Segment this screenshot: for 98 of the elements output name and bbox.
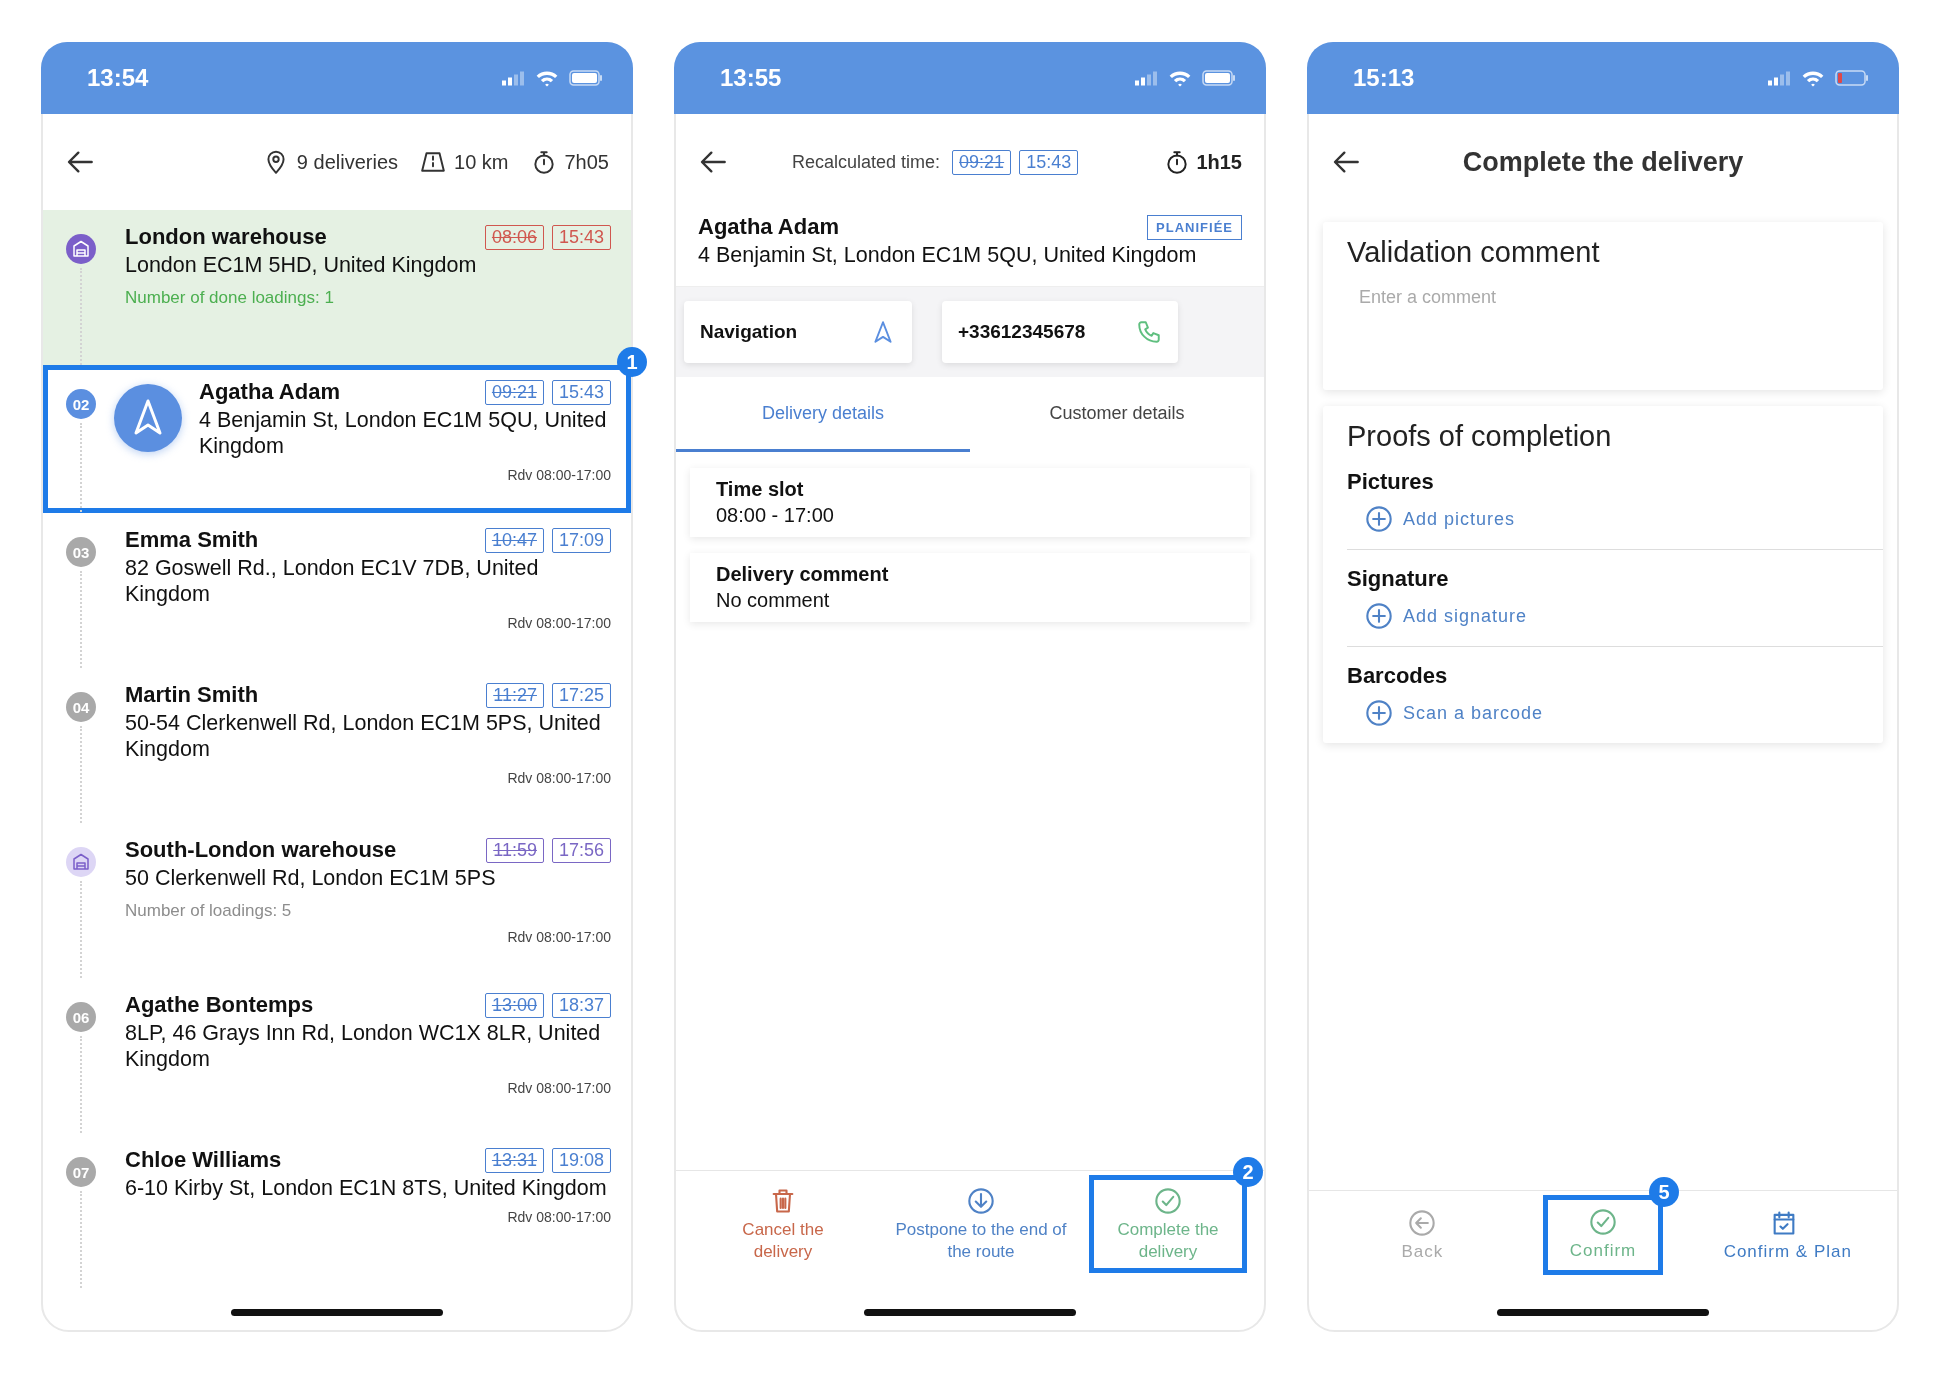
stop-number: 07 [66,1157,96,1187]
stop-address: 6-10 Kirby St, London EC1N 8TS, United Kingdom [125,1175,608,1202]
plus-circle-icon [1365,602,1393,630]
postpone-button[interactable]: Postpone to the end of the route [891,1175,1071,1272]
stop-number: 02 [66,389,96,419]
stop-row[interactable]: 07 Chloe Williams 13:31 19:08 6-10 Kirby St, London EC1N 8TS, United Kingdom Rdv 08:00-17:00 [43,1133,631,1288]
appointment-window: Rdv 08:00-17:00 [125,1209,611,1226]
planned-time-tag: 13:31 [484,1147,544,1173]
appointment-window: Rdv 08:00-17:00 [125,929,611,946]
stop-row[interactable]: 03 Emma Smith 10:47 17:09 82 Goswell Rd., London EC1V 7DB, United Kingdom Rdv 08:00-17:00 [43,513,631,668]
stop-address: 50-54 Clerkenwell Rd, London EC1M 5PS, United Kingdom [125,710,602,763]
wifi-icon [1801,69,1825,87]
down-arrow-circle-icon [967,1187,995,1215]
recalculated-time-label: Recalculated time: [792,151,941,173]
eta-time-tag: 19:08 [551,1147,611,1173]
stop-address: 50 Clerkenwell Rd, London EC1M 5PS [125,865,497,892]
tab[interactable]: Customer details [970,377,1264,453]
stop-name: Emma Smith [125,527,259,553]
stop-name: Agathe Bontemps [125,992,314,1018]
summary-text: 7h05 [564,150,609,174]
add-link[interactable]: Add pictures [1347,495,1516,533]
eta-time-tag: 15:43 [1019,149,1079,175]
stop-number: 06 [66,1002,96,1032]
stop-name: Chloe Williams [125,1147,282,1173]
stop-row[interactable]: South-London warehouse 11:59 17:56 50 Clerkenwell Rd, London EC1M 5PS Number of loadings: 5 Rdv 08:00-17:00 [43,823,631,978]
planned-time-tag: 10:47 [484,527,544,553]
tab[interactable]: Delivery details [676,377,970,453]
stop-row[interactable]: 06 Agathe Bontemps 13:00 18:37 8LP, 46 Grays Inn Rd, London WC1X 8LR, United Kingdom Rdv 08:00-17:00 [43,978,631,1133]
appointment-window: Rdv 08:00-17:00 [125,1080,611,1097]
summary-text: 10 km [454,150,509,174]
stop-name: Martin Smith [125,682,259,708]
duration-text: 1h15 [1196,150,1242,174]
planned-time-tag: 13:00 [484,992,544,1018]
loadings-note: Number of loadings: 5 [125,901,293,922]
stop-row[interactable]: 04 Martin Smith 11:27 17:25 50-54 Clerkenwell Rd, London EC1M 5PS, United Kingdom Rdv 08:00-17:00 [43,668,631,823]
section-title: Barcodes [1347,663,1449,689]
check-circle-icon [1154,1187,1182,1215]
stop-name: London warehouse [125,224,327,250]
plus-circle-icon [1365,699,1393,727]
customer-address: 4 Benjamin St, London EC1M 5QU, United Kingdom [698,242,1198,269]
status-badge: PLANIFIÉE [1147,214,1242,240]
detail-value: No comment [716,589,831,613]
planned-time-tag: 11:27 [486,682,544,708]
wifi-icon [1168,69,1192,87]
page-title: Complete the delivery [1461,146,1745,178]
plus-circle-icon [1365,505,1393,533]
cancel-delivery-button[interactable]: Cancel the delivery [693,1175,873,1272]
call-button[interactable]: +33612345678 [942,301,1178,364]
signal-icon [501,69,525,87]
add-link[interactable]: Add signature [1347,592,1528,630]
planned-time-tag: 11:59 [486,837,544,863]
signal-icon [1767,69,1791,87]
planned-time-tag: 09:21 [952,149,1012,175]
loadings-note: Number of done loadings: 1 [125,288,335,309]
card-title: Proofs of completion [1347,420,1613,453]
clock-time: 13:54 [87,64,149,92]
card-title: Validation comment [1347,236,1601,269]
section-title: Signature [1347,566,1450,592]
section-title: Pictures [1347,469,1435,495]
summary-text: 9 deliveries [296,150,399,174]
appointment-window: Rdv 08:00-17:00 [199,467,611,484]
eta-time-tag: 18:37 [551,992,611,1018]
eta-time-tag: 17:25 [551,682,611,708]
stop-address: 4 Benjamin St, London EC1M 5QU, United Kingdom [199,407,608,460]
phone-icon [1136,319,1162,346]
detail-title: Time slot [716,478,805,502]
stop-number: 04 [66,692,96,722]
road-icon [420,149,447,175]
back-circle-icon [1408,1209,1437,1237]
stop-name: South-London warehouse [125,837,397,863]
stop-address: London EC1M 5HD, United Kingdom [125,252,478,279]
appointment-window: Rdv 08:00-17:00 [125,770,611,787]
add-link[interactable]: Scan a barcode [1347,689,1544,727]
eta-time-tag: 17:56 [551,837,611,863]
clock-time: 15:13 [1353,64,1415,92]
detail-value: 08:00 - 17:00 [716,504,835,528]
clock-time: 13:55 [720,64,782,92]
warehouse-icon [66,847,96,877]
stop-number: 03 [66,537,96,567]
stop-address: 82 Goswell Rd., London EC1V 7DB, United Kingdom [125,555,540,608]
eta-time-tag: 15:43 [551,379,611,405]
planned-time-tag: 08:06 [484,224,544,250]
signal-icon [1134,69,1158,87]
warehouse-icon [66,234,96,264]
stop-name: Agatha Adam [199,379,340,405]
stop-address: 8LP, 46 Grays Inn Rd, London WC1X 8LR, United Kingdom [125,1020,602,1073]
navigation-button[interactable]: Navigation [684,301,912,364]
eta-time-tag: 17:09 [551,527,611,553]
step-badge: 2 [1233,1157,1263,1187]
eta-time-tag: 15:43 [551,224,611,250]
confirm-and-plan-button[interactable]: Confirm & Plan [1693,1195,1874,1272]
detail-title: Delivery comment [716,563,890,587]
check-circle-icon [1589,1208,1617,1236]
wifi-icon [535,69,559,87]
customer-name: Agatha Adam [698,214,839,240]
planned-time-tag: 09:21 [484,379,544,405]
appointment-window: Rdv 08:00-17:00 [125,615,611,632]
step-badge: 1 [617,347,647,377]
